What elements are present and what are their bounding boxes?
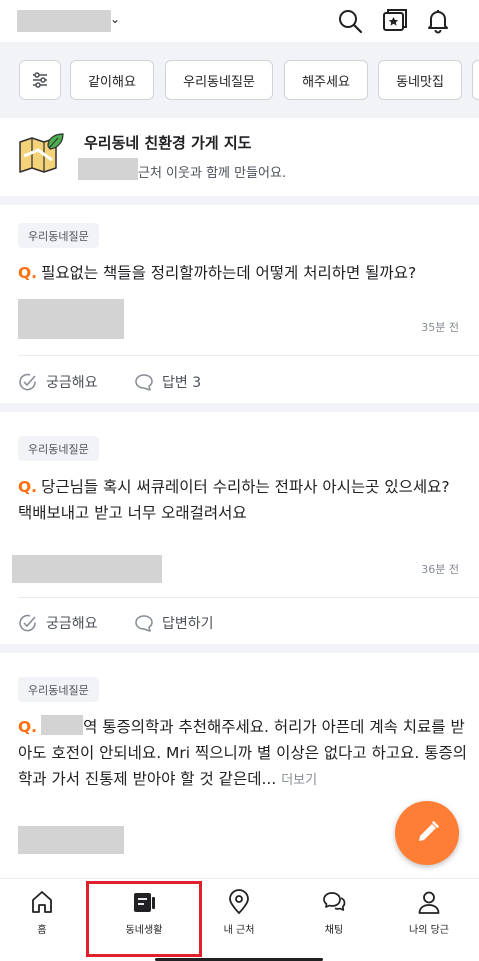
nav-nearby[interactable]: 내 근처 bbox=[204, 889, 274, 936]
post-card[interactable]: 우리동네질문 Q. 당근님들 혹시 써큐레이터 수리하는 전파사 아시는곳 있으세… bbox=[0, 412, 479, 644]
nav-label: 내 근처 bbox=[223, 925, 255, 936]
section-divider bbox=[0, 403, 479, 412]
write-post-button[interactable] bbox=[395, 801, 459, 865]
nav-label: 채팅 bbox=[324, 925, 344, 936]
curious-label: 궁금해요 bbox=[46, 616, 98, 632]
category-chip[interactable]: 해주세요 bbox=[284, 60, 368, 100]
answer-label: 답변하기 bbox=[162, 616, 214, 632]
location-selector-redacted[interactable] bbox=[17, 10, 111, 32]
post-separator bbox=[18, 355, 479, 356]
question-text: 필요없는 책들을 정리할까하는데 어떻게 처리하면 될까요? bbox=[41, 264, 417, 282]
section-divider bbox=[0, 196, 479, 205]
section-divider bbox=[0, 644, 479, 653]
answer-button[interactable]: 답변하기 bbox=[134, 613, 214, 633]
post-category-badge: 우리동네질문 bbox=[18, 677, 99, 702]
post-category-badge: 우리동네질문 bbox=[18, 436, 99, 461]
curious-button[interactable]: 궁금해요 bbox=[18, 372, 98, 392]
post-separator bbox=[18, 597, 479, 598]
check-circle-icon bbox=[19, 614, 36, 632]
news-icon[interactable] bbox=[381, 7, 409, 35]
redacted-location bbox=[78, 158, 138, 180]
post-question: Q. 필요없는 책들을 정리할까하는데 어떻게 처리하면 될까요? bbox=[18, 260, 468, 286]
banner-title: 우리동네 친환경 가게 지도 bbox=[84, 134, 252, 152]
post-time: 35분 전 bbox=[421, 321, 459, 334]
search-icon[interactable] bbox=[336, 7, 364, 35]
category-chip[interactable]: 우리동네질문 bbox=[165, 60, 273, 100]
post-question: Q. 역 통증의학과 추천해주세요. 허리가 아픈데 계속 치료를 받아도 호전이… bbox=[18, 714, 468, 794]
nav-my-karrot[interactable]: 나의 당근 bbox=[394, 889, 464, 936]
speech-bubble-icon bbox=[135, 374, 153, 391]
category-bar: 같이해요 우리동네질문 해주세요 동네맛집 bbox=[0, 42, 479, 118]
bell-icon[interactable] bbox=[424, 7, 452, 35]
post-time: 36분 전 bbox=[421, 563, 459, 576]
bottom-navigation: 홈 동네생활 내 근처 채팅 나의 당근 bbox=[0, 878, 479, 961]
question-text: 당근님들 혹시 써큐레이터 수리하는 전파사 아시는곳 있으세요? 택배보내고 … bbox=[18, 478, 450, 522]
question-prefix: Q. bbox=[18, 478, 38, 496]
app-screen: ⌄ 같이해요 우리동네질문 해주세요 동네맛집 우리동네 친환경 가게 지도 근… bbox=[0, 0, 479, 961]
location-pin-icon bbox=[229, 889, 249, 915]
nav-chat[interactable]: 채팅 bbox=[299, 889, 369, 936]
home-icon bbox=[32, 891, 52, 913]
map-leaf-icon bbox=[18, 132, 64, 176]
nav-home[interactable]: 홈 bbox=[7, 889, 77, 936]
speech-bubble-icon bbox=[135, 615, 153, 632]
chat-icon bbox=[323, 892, 346, 911]
post-question: Q. 당근님들 혹시 써큐레이터 수리하는 전파사 아시는곳 있으세요? 택배보내… bbox=[18, 474, 468, 526]
redacted-author-info bbox=[18, 299, 124, 339]
answer-button[interactable]: 답변 3 bbox=[134, 372, 201, 392]
category-chip-partial[interactable] bbox=[472, 60, 479, 100]
answer-label: 답변 3 bbox=[162, 375, 202, 391]
post-card[interactable]: 우리동네질문 Q. 필요없는 책들을 정리할까하는데 어떻게 처리하면 될까요? … bbox=[0, 205, 479, 403]
check-circle-icon bbox=[19, 373, 36, 391]
category-chip[interactable]: 동네맛집 bbox=[378, 60, 462, 100]
category-chip[interactable]: 같이해요 bbox=[70, 60, 154, 100]
question-prefix: Q. bbox=[18, 718, 38, 736]
user-icon bbox=[418, 891, 440, 914]
sliders-icon bbox=[33, 72, 47, 88]
nav-label: 홈 bbox=[37, 925, 47, 936]
filter-button[interactable] bbox=[19, 60, 61, 100]
banner-subtitle: 근처 이웃과 함께 만들어요. bbox=[138, 166, 287, 181]
top-header: ⌄ bbox=[0, 0, 479, 42]
eco-store-map-banner[interactable]: 우리동네 친환경 가게 지도 근처 이웃과 함께 만들어요. bbox=[0, 118, 479, 196]
redacted-author-info bbox=[18, 826, 124, 854]
curious-button[interactable]: 궁금해요 bbox=[18, 613, 98, 633]
question-text: 역 통증의학과 추천해주세요. 허리가 아픈데 계속 치료를 받아도 호전이 안… bbox=[18, 718, 468, 788]
selection-highlight-box bbox=[86, 881, 202, 957]
pencil-icon bbox=[419, 821, 439, 841]
curious-label: 궁금해요 bbox=[46, 375, 98, 391]
post-category-badge: 우리동네질문 bbox=[18, 223, 99, 248]
question-prefix: Q. bbox=[18, 264, 38, 282]
chevron-down-icon[interactable]: ⌄ bbox=[110, 12, 120, 26]
nav-label: 나의 당근 bbox=[409, 925, 449, 936]
redacted-author-info bbox=[12, 555, 162, 583]
redacted-place bbox=[41, 715, 84, 735]
read-more-link[interactable]: 더보기 bbox=[281, 773, 317, 788]
